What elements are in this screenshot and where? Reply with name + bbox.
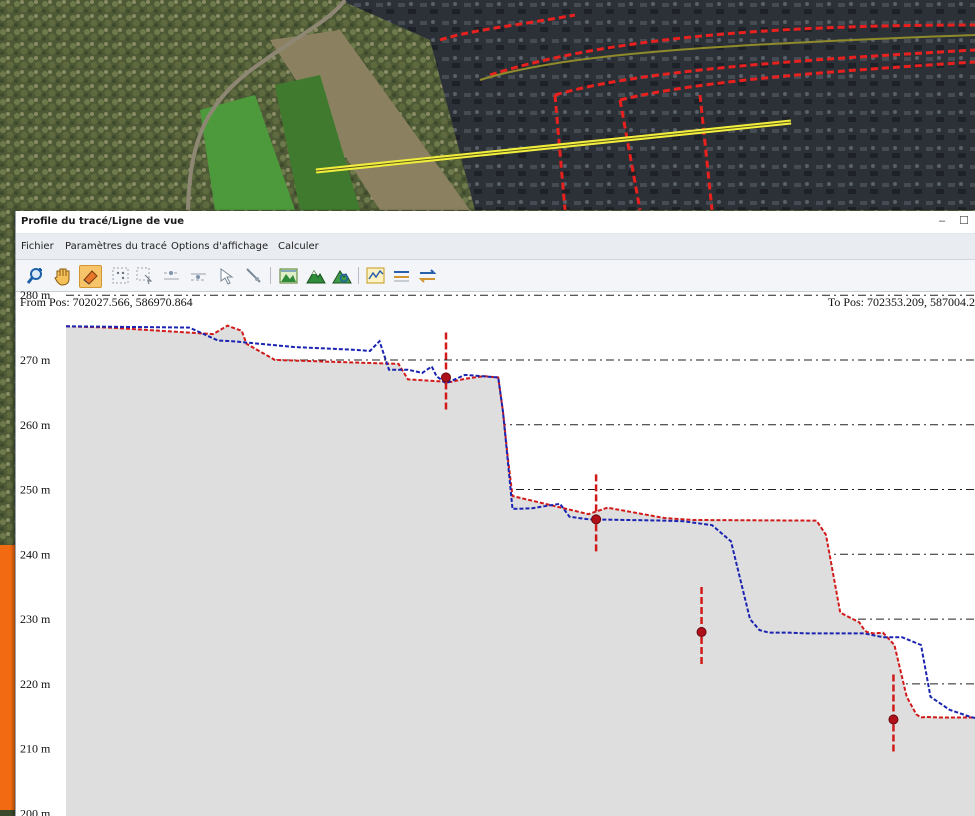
elevation-profile-chart[interactable]: 280 m 270 m 260 m 250 m 240 m 230 m 220 m 210 m… xyxy=(16,211,975,816)
profile-point-marker[interactable] xyxy=(441,372,451,383)
y-tick-label: 260 m xyxy=(20,418,51,432)
profile-point-marker[interactable] xyxy=(696,627,707,638)
y-tick-label: 200 m xyxy=(20,806,51,816)
y-tick-label: 240 m xyxy=(20,547,51,561)
terrain-area xyxy=(66,325,975,816)
map-orange-strip xyxy=(0,545,15,810)
terrain-fill xyxy=(66,325,975,816)
profile-point-marker[interactable] xyxy=(591,514,602,525)
y-tick-label: 220 m xyxy=(20,677,51,691)
y-tick-label: 250 m xyxy=(20,483,51,497)
y-tick-label: 280 m xyxy=(20,288,51,302)
y-tick-label: 270 m xyxy=(20,353,51,367)
profile-window: Profile du tracé/Ligne de vue – ☐ Fichie… xyxy=(15,211,975,816)
y-tick-label: 210 m xyxy=(20,742,51,756)
profile-point-marker[interactable] xyxy=(888,714,899,725)
y-tick-label: 230 m xyxy=(20,612,51,626)
y-axis-ticks: 280 m 270 m 260 m 250 m 240 m 230 m 220 m 210 m… xyxy=(20,288,51,816)
